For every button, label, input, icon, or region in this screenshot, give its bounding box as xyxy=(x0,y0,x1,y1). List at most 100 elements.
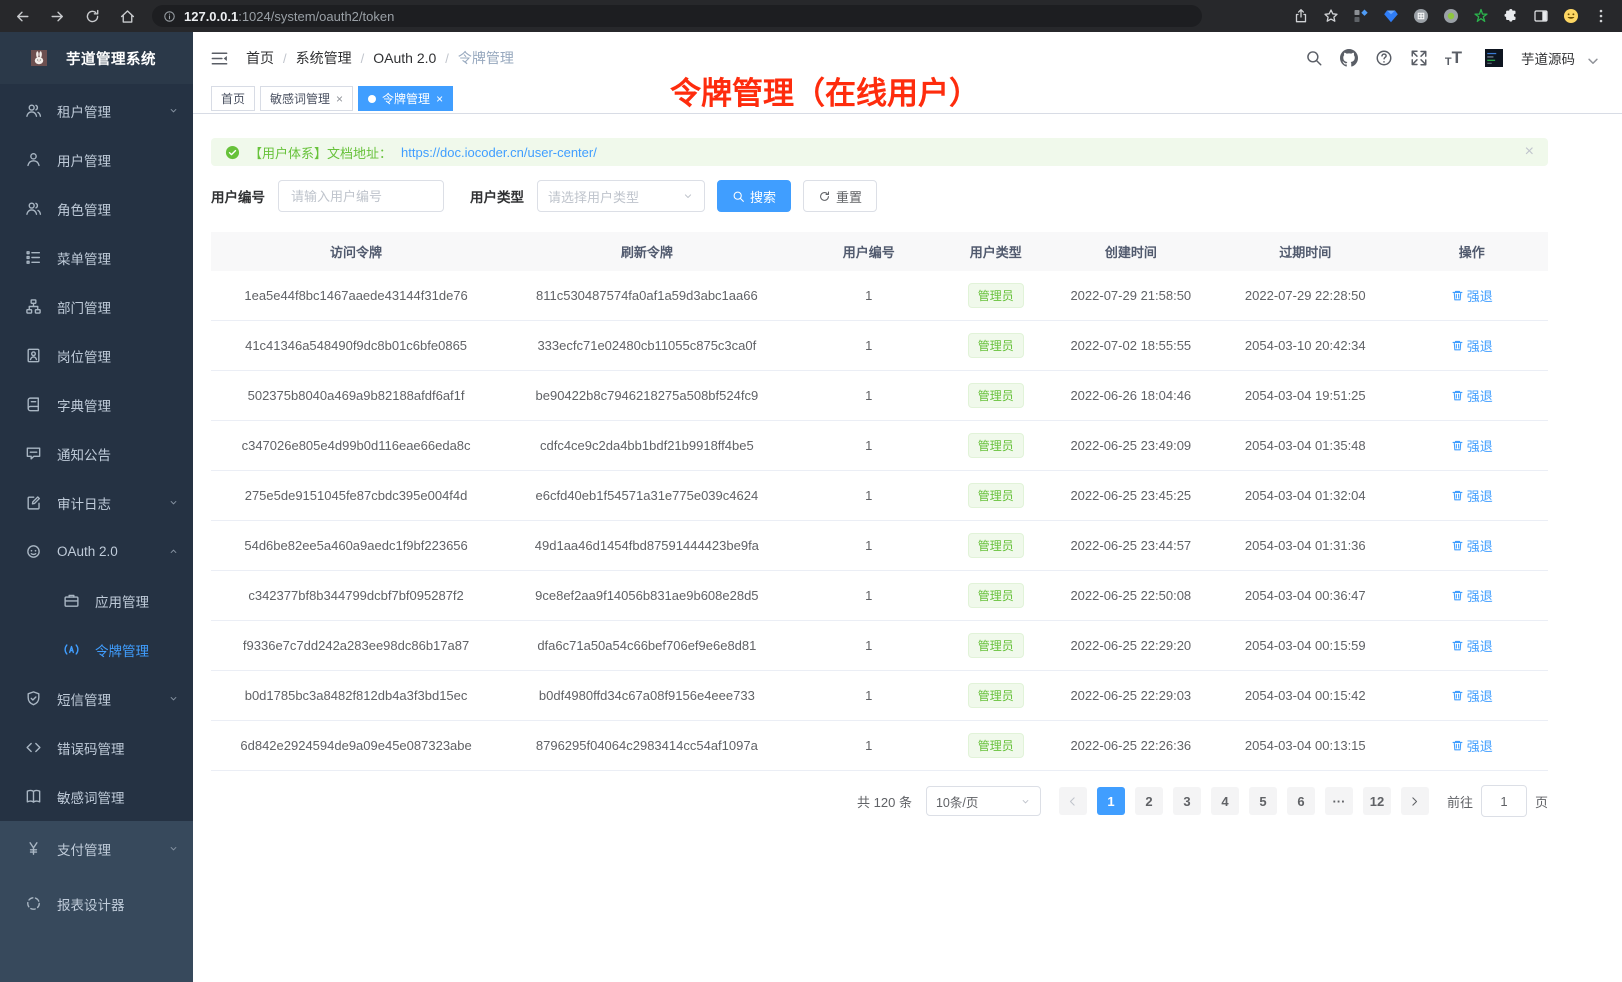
puzzle-extensions-icon[interactable] xyxy=(1503,8,1519,24)
forward-icon[interactable] xyxy=(49,8,66,25)
reload-icon[interactable] xyxy=(84,8,101,25)
browser-menu-icon[interactable] xyxy=(1593,8,1609,24)
sidebar-item-report[interactable]: 报表设计器 xyxy=(0,876,193,931)
share-icon[interactable] xyxy=(1293,8,1309,24)
table-row: 275e5de9151045fe87cbdc395e004f4d e6cfd40… xyxy=(211,471,1548,521)
user-type-badge: 管理员 xyxy=(968,333,1024,358)
profile-avatar-icon[interactable] xyxy=(1563,8,1579,24)
user-avatar[interactable] xyxy=(1479,43,1509,73)
sidebar-toggle-icon[interactable] xyxy=(210,49,229,68)
alert-close-icon[interactable]: × xyxy=(1525,143,1534,161)
search-icon[interactable] xyxy=(1305,49,1323,67)
prev-page-button[interactable] xyxy=(1059,787,1087,815)
user-type-select[interactable]: 请选择用户类型 xyxy=(537,180,705,212)
force-logout-link[interactable]: 强退 xyxy=(1451,536,1493,555)
tab-home[interactable]: 首页 xyxy=(211,86,255,111)
user-type-cell: 管理员 xyxy=(945,321,1047,371)
bookmark-star-icon[interactable] xyxy=(1323,8,1339,24)
pagination-page-12[interactable]: 12 xyxy=(1363,787,1391,815)
font-size-icon[interactable]: TT xyxy=(1445,48,1462,68)
sidebar-item-dept[interactable]: 部门管理 xyxy=(0,282,193,331)
tab-close-icon[interactable]: × xyxy=(436,92,443,106)
force-logout-link[interactable]: 强退 xyxy=(1451,286,1493,305)
pagination-page-4[interactable]: 4 xyxy=(1211,787,1239,815)
pagination-page-5[interactable]: 5 xyxy=(1249,787,1277,815)
role-icon xyxy=(25,200,42,217)
username[interactable]: 芋道源码 xyxy=(1521,48,1575,68)
force-logout-link[interactable]: 强退 xyxy=(1451,386,1493,405)
red-annotation-text: 令牌管理（在线用户） xyxy=(670,68,980,113)
sidepanel-icon[interactable] xyxy=(1533,8,1549,24)
refresh-token-cell: e6cfd40eb1f54571a31e775e039c4624 xyxy=(501,471,792,521)
tab-sensitive-words[interactable]: 敏感词管理 × xyxy=(260,86,353,111)
page-size-select[interactable]: 10条/页 xyxy=(926,786,1041,816)
sidebar-item-oauth2[interactable]: OAuth 2.0 xyxy=(0,527,193,576)
breadcrumb-item[interactable]: OAuth 2.0 xyxy=(373,50,436,66)
next-page-button[interactable] xyxy=(1401,787,1429,815)
breadcrumb-item[interactable]: 系统管理 xyxy=(296,48,352,68)
pagination-page-1[interactable]: 1 xyxy=(1097,787,1125,815)
user-type-badge: 管理员 xyxy=(968,733,1024,758)
force-logout-link[interactable]: 强退 xyxy=(1451,486,1493,505)
sidebar-item-user[interactable]: 用户管理 xyxy=(0,135,193,184)
force-logout-link[interactable]: 强退 xyxy=(1451,336,1493,355)
extension-grid-icon[interactable] xyxy=(1353,8,1369,24)
alert-doc-link[interactable]: https://doc.iocoder.cn/user-center/ xyxy=(401,145,597,160)
sidebar-item-role[interactable]: 角色管理 xyxy=(0,184,193,233)
sidebar-item-sensitive[interactable]: 敏感词管理 xyxy=(0,772,193,821)
sidebar-item-audit[interactable]: 审计日志 xyxy=(0,478,193,527)
access-token-cell: f9336e7c7dd242a283ee98dc86b17a87 xyxy=(211,621,501,671)
user-type-badge: 管理员 xyxy=(968,633,1024,658)
active-tab-dot xyxy=(368,95,376,103)
user-menu-caret-icon[interactable] xyxy=(1584,52,1602,70)
pagination-page-2[interactable]: 2 xyxy=(1135,787,1163,815)
pagination-page-3[interactable]: 3 xyxy=(1173,787,1201,815)
browser-nav-buttons xyxy=(0,8,136,25)
help-icon[interactable] xyxy=(1375,49,1393,67)
action-cell: 强退 xyxy=(1396,471,1548,521)
github-icon[interactable] xyxy=(1340,49,1358,67)
force-logout-link[interactable]: 强退 xyxy=(1451,736,1493,755)
command-extension-icon[interactable] xyxy=(1413,8,1429,24)
search-button[interactable]: 搜索 xyxy=(717,180,791,212)
user-id-cell: 1 xyxy=(793,371,945,421)
logo[interactable]: 芋道管理系统 xyxy=(0,32,193,84)
pagination-ellipsis[interactable]: ··· xyxy=(1325,787,1353,815)
force-logout-link[interactable]: 强退 xyxy=(1451,686,1493,705)
force-logout-link[interactable]: 强退 xyxy=(1451,586,1493,605)
expire-time-cell: 2054-03-04 01:32:04 xyxy=(1215,471,1395,521)
sidebar-item-tenant[interactable]: 租户管理 xyxy=(0,86,193,135)
sidebar-item-menu[interactable]: 菜单管理 xyxy=(0,233,193,282)
pagination-page-6[interactable]: 6 xyxy=(1287,787,1315,815)
sidebar-item-pay[interactable]: 支付管理 xyxy=(0,821,193,876)
home-icon[interactable] xyxy=(119,8,136,25)
action-cell: 强退 xyxy=(1396,271,1548,321)
expire-time-cell: 2054-03-04 01:31:36 xyxy=(1215,521,1395,571)
sidebar-item-oauth2-app[interactable]: 应用管理 xyxy=(0,576,193,625)
breadcrumb-item[interactable]: 首页 xyxy=(246,48,274,68)
reset-button[interactable]: 重置 xyxy=(803,180,877,212)
address-bar[interactable]: 127.0.0.1:1024/system/oauth2/token xyxy=(152,5,1202,27)
green-star-extension-icon[interactable] xyxy=(1473,8,1489,24)
record-extension-icon[interactable] xyxy=(1443,8,1459,24)
access-token-cell: 54d6be82ee5a460a9aedc1f9bf223656 xyxy=(211,521,501,571)
force-logout-link[interactable]: 强退 xyxy=(1451,636,1493,655)
sidebar-item-post[interactable]: 岗位管理 xyxy=(0,331,193,380)
tab-token-management[interactable]: 令牌管理 × xyxy=(358,86,453,111)
trash-icon xyxy=(1451,689,1464,702)
force-logout-link[interactable]: 强退 xyxy=(1451,436,1493,455)
user-id-input[interactable] xyxy=(278,180,444,212)
info-icon[interactable] xyxy=(163,10,176,23)
sidebar-item-dict[interactable]: 字典管理 xyxy=(0,380,193,429)
url-text: 127.0.0.1:1024/system/oauth2/token xyxy=(184,9,394,24)
gem-extension-icon[interactable] xyxy=(1383,8,1399,24)
sidebar-item-errcode[interactable]: 错误码管理 xyxy=(0,723,193,772)
back-icon[interactable] xyxy=(14,8,31,25)
sidebar-item-sms[interactable]: 短信管理 xyxy=(0,674,193,723)
chevron-right-icon xyxy=(1408,795,1421,808)
sidebar-item-notice[interactable]: 通知公告 xyxy=(0,429,193,478)
tab-close-icon[interactable]: × xyxy=(336,92,343,106)
fullscreen-icon[interactable] xyxy=(1410,49,1428,67)
sidebar-item-oauth2-token[interactable]: 令牌管理 xyxy=(0,625,193,674)
goto-page-input[interactable] xyxy=(1481,785,1527,817)
